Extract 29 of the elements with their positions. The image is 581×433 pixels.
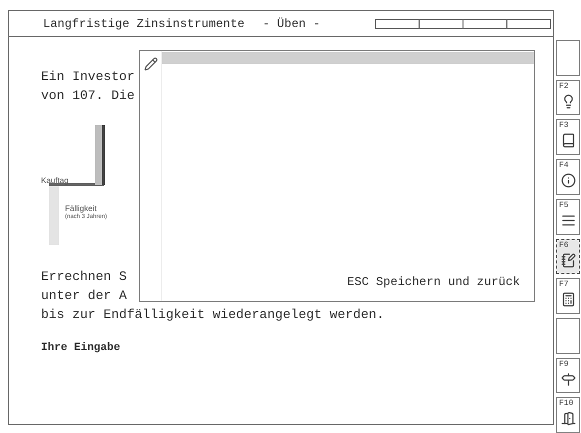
window-title: Langfristige Zinsinstrumente: [43, 16, 245, 32]
task-text: von 107. Die: [41, 87, 135, 105]
book-icon: [560, 133, 576, 148]
task-text: Ein Investor: [41, 68, 135, 86]
function-key[interactable]: F4: [556, 159, 580, 195]
mode-label: - Üben -: [262, 16, 320, 32]
task-text: unter der A: [41, 287, 127, 305]
notepad-icon: [560, 252, 576, 268]
function-key[interactable]: F5: [556, 198, 580, 234]
function-key[interactable]: F7: [556, 278, 580, 314]
chart-label: Fälligkeit: [65, 203, 97, 214]
signpost-icon: [560, 372, 576, 387]
lines-icon: [560, 212, 576, 228]
function-key[interactable]: [556, 318, 580, 354]
task-text: Errechnen S: [41, 268, 127, 286]
info-icon: [560, 173, 576, 188]
notepad-hint: ESC Speichern und zurück: [347, 274, 520, 291]
input-label: Ihre Eingabe: [41, 341, 122, 356]
function-key[interactable]: F9: [556, 358, 580, 394]
chart-label: Kauftag: [41, 175, 69, 187]
function-key[interactable]: F10: [556, 397, 580, 433]
door-icon: [560, 411, 576, 426]
function-key[interactable]: F2: [556, 80, 580, 116]
function-key[interactable]: [556, 40, 580, 76]
function-key[interactable]: F6: [556, 238, 580, 274]
task-text: bis zur Endfälligkeit wiederangelegt werden.: [41, 306, 384, 324]
pencil-icon: [144, 57, 158, 71]
calculator-icon: [560, 292, 576, 308]
function-key[interactable]: F3: [556, 119, 580, 156]
